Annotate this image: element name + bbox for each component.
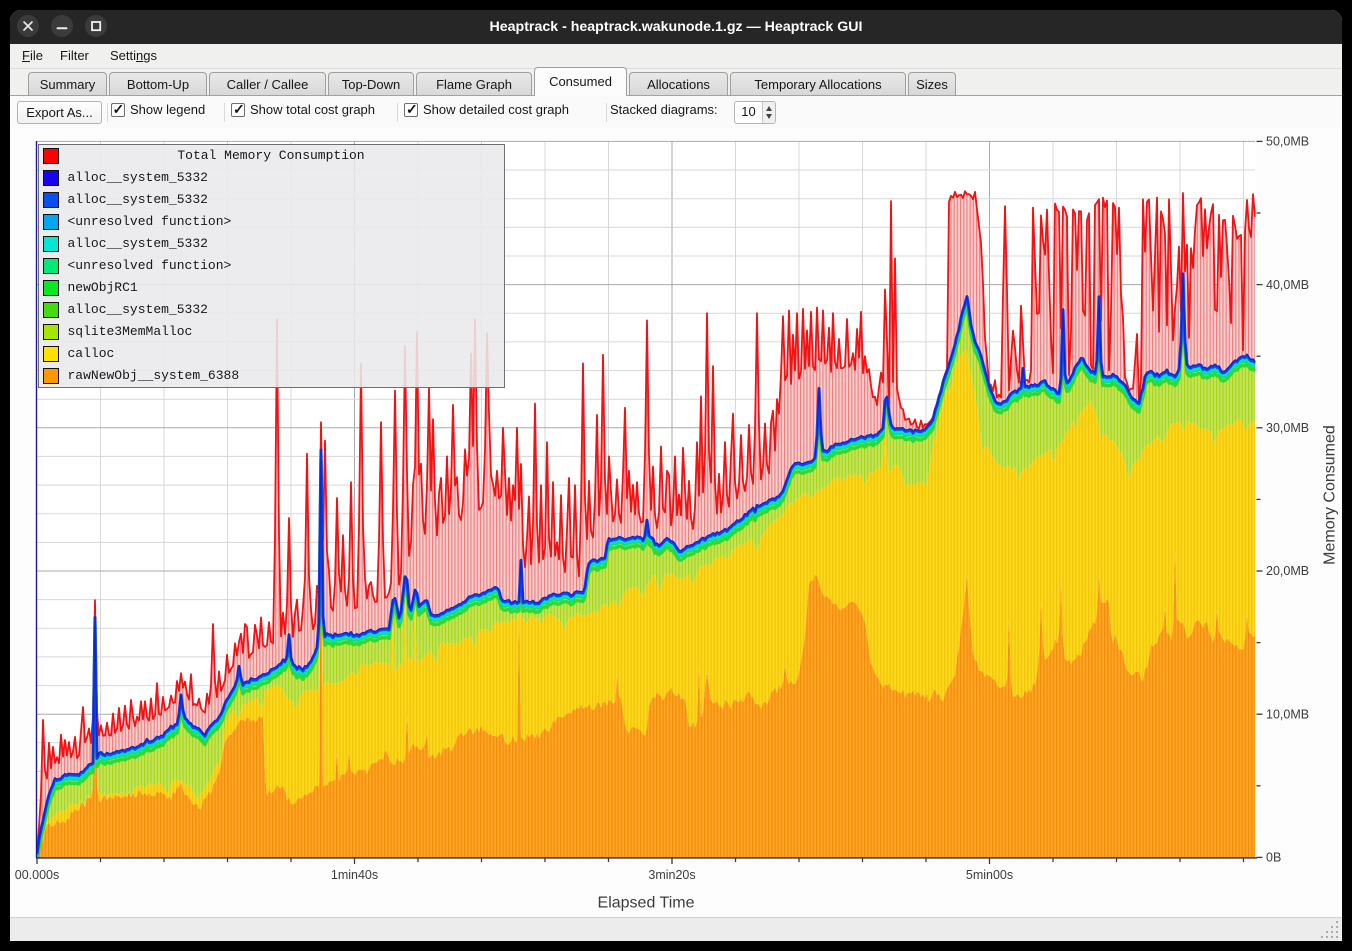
svg-text:0B: 0B bbox=[1266, 851, 1281, 865]
svg-text:00.000s: 00.000s bbox=[15, 868, 59, 882]
svg-text:5min00s: 5min00s bbox=[966, 868, 1013, 882]
svg-text:3min20s: 3min20s bbox=[648, 868, 695, 882]
svg-text:40,0MB: 40,0MB bbox=[1266, 278, 1309, 292]
svg-text:30,0MB: 30,0MB bbox=[1266, 421, 1309, 435]
svg-text:50,0MB: 50,0MB bbox=[1266, 135, 1309, 149]
svg-text:1min40s: 1min40s bbox=[331, 868, 378, 882]
svg-text:Elapsed Time: Elapsed Time bbox=[598, 895, 695, 912]
svg-text:20,0MB: 20,0MB bbox=[1266, 564, 1309, 578]
svg-text:10,0MB: 10,0MB bbox=[1266, 707, 1309, 721]
svg-text:Memory Consumed: Memory Consumed bbox=[1322, 425, 1339, 565]
